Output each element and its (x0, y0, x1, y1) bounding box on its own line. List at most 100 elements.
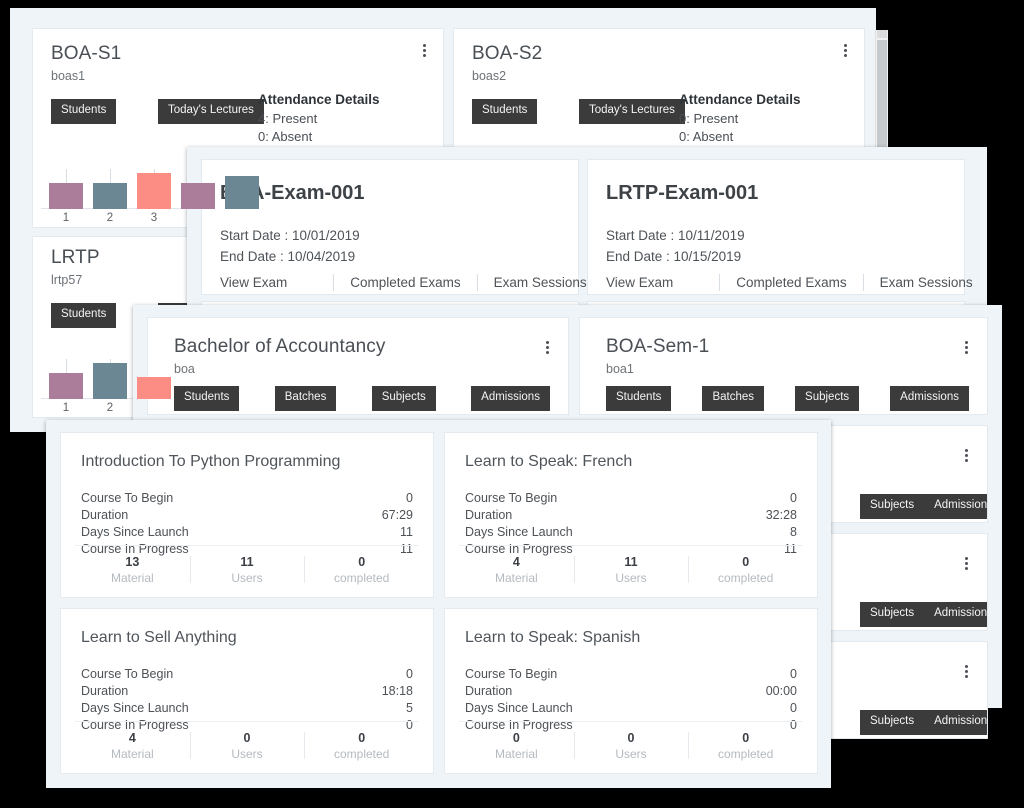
footer-stat-label: Users (615, 747, 647, 761)
view-exam-link[interactable]: View Exam (220, 275, 287, 290)
subjects-button[interactable]: Subjects (860, 602, 925, 627)
program-actions: Students Batches Subjects Admissions (606, 386, 969, 411)
chart-bar (49, 183, 83, 209)
course-card[interactable]: Introduction To Python Programming Cours… (60, 432, 434, 598)
program-card-boa[interactable]: Bachelor of Accountancy boa Students Bat… (147, 317, 569, 415)
footer-stat-value: 0 (742, 731, 750, 745)
admissions-button[interactable]: Admissions (924, 602, 987, 627)
todays-lectures-button[interactable]: Today's Lectures (579, 99, 685, 124)
footer-stat-material: 0 Material (459, 730, 574, 763)
stat-value: 32:28 (765, 508, 797, 522)
card-menu-kebab-icon[interactable] (959, 446, 973, 464)
exam-end-date: End Date : 10/04/2019 (220, 249, 356, 264)
footer-stat-users: 11 Users (573, 554, 689, 587)
chart-tick-label: 2 (106, 212, 114, 224)
exam-sessions-link[interactable]: Exam Sessions (880, 275, 973, 290)
chart-tick-label: 1 (62, 402, 70, 414)
footer-stat-value: 13 (125, 555, 140, 569)
stat-label: Course To Begin (81, 491, 174, 505)
card-menu-kebab-icon[interactable] (959, 662, 973, 680)
subjects-button[interactable]: Subjects (371, 386, 436, 411)
card-menu-kebab-icon[interactable] (959, 338, 973, 356)
admissions-button[interactable]: Admissions (924, 710, 987, 735)
chart-bar (225, 176, 259, 209)
program-card-boa-sem-1[interactable]: BOA-Sem-1 boa1 Students Batches Subjects… (579, 317, 988, 415)
footer-stat-value: 11 (240, 555, 254, 569)
card-menu-kebab-icon[interactable] (838, 41, 852, 59)
program-actions: Subjects Admissions (860, 494, 987, 519)
stat-label: Duration (81, 684, 129, 698)
stat-row: Duration 32:28 (465, 507, 797, 524)
course-title: Learn to Speak: Spanish (465, 629, 641, 646)
footer-stat-users: 0 Users (573, 730, 689, 763)
footer-stat-value: 0 (627, 731, 635, 745)
view-exam-link[interactable]: View Exam (606, 275, 673, 290)
exam-sessions-link[interactable]: Exam Sessions (494, 275, 587, 290)
card-subtitle: lrtp57 (51, 273, 83, 287)
todays-lectures-button[interactable]: Today's Lectures (158, 99, 264, 124)
chart-bar (137, 377, 171, 399)
attendance-absent: 0: Absent (258, 128, 313, 144)
course-card[interactable]: Learn to Speak: French Course To Begin 0… (444, 432, 818, 598)
attendance-details: Attendance Details 4: Present 0: Absent (258, 92, 380, 145)
stat-label: Days Since Launch (81, 701, 189, 715)
card-menu-kebab-icon[interactable] (540, 338, 554, 356)
students-button[interactable]: Students (51, 303, 117, 328)
students-button[interactable]: Students (51, 99, 117, 124)
stat-row: Course To Begin 0 (465, 490, 797, 507)
stat-label: Course To Begin (465, 667, 558, 681)
footer-stat-label: Material (494, 571, 538, 585)
admissions-button[interactable]: Admissions (471, 386, 550, 411)
stat-value: 0 (790, 701, 797, 715)
stat-value: 0 (790, 667, 797, 681)
chart-tick-label: 2 (106, 402, 114, 414)
exam-links: View Exam Completed Exams Exam Sessions (606, 274, 973, 291)
footer-stat-value: 0 (358, 555, 366, 569)
students-button[interactable]: Students (174, 386, 240, 411)
batches-button[interactable]: Batches (274, 386, 337, 411)
stat-row: Course To Begin 0 (465, 666, 797, 683)
completed-exams-link[interactable]: Completed Exams (350, 275, 460, 290)
admissions-button[interactable]: Admissions (890, 386, 969, 411)
students-button[interactable]: Students (606, 386, 672, 411)
footer-stat-value: 4 (128, 731, 136, 745)
exam-start-date: Start Date : 10/11/2019 (606, 228, 745, 243)
chart-bar (93, 183, 127, 209)
completed-exams-link[interactable]: Completed Exams (736, 275, 846, 290)
bar-group (137, 165, 171, 209)
card-title: BOA-Sem-1 (606, 336, 710, 357)
subjects-button[interactable]: Subjects (860, 710, 925, 735)
scrollbar-up-arrow[interactable] (877, 30, 887, 38)
stat-label: Duration (81, 508, 129, 522)
course-card[interactable]: Learn to Speak: Spanish Course To Begin … (444, 608, 818, 774)
stat-value: 18:18 (381, 684, 413, 698)
batches-button[interactable]: Batches (702, 386, 764, 411)
stat-value: 0 (790, 491, 797, 505)
card-menu-kebab-icon[interactable] (959, 554, 973, 572)
course-card[interactable]: Learn to Sell Anything Course To Begin 0… (60, 608, 434, 774)
card-title: BOA-S2 (472, 43, 543, 64)
footer-stat-label: Users (231, 571, 263, 585)
footer-stat-material: 4 Material (75, 730, 190, 763)
stat-value: 0 (406, 491, 413, 505)
admissions-button[interactable]: Admissions (924, 494, 987, 519)
course-footer-stats: 13 Material 11 Users 0 completed (75, 545, 419, 587)
footer-stat-label: completed (333, 747, 390, 761)
divider (862, 274, 864, 291)
students-button[interactable]: Students (472, 99, 538, 124)
course-footer-stats: 4 Material 11 Users 0 completed (459, 545, 803, 587)
exam-card-lrtp[interactable]: LRTP-Exam-001 Start Date : 10/11/2019 En… (587, 159, 973, 295)
program-actions: Subjects Admissions (860, 710, 987, 735)
card-menu-kebab-icon[interactable] (417, 41, 431, 59)
subjects-button[interactable]: Subjects (860, 494, 925, 519)
attendance-present: 4: Present (258, 111, 318, 126)
stat-value: 0 (406, 667, 413, 681)
courses-panel: Introduction To Python Programming Cours… (46, 420, 831, 788)
card-title: Bachelor of Accountancy (174, 336, 386, 357)
footer-stat-completed: 0 completed (304, 554, 419, 587)
exam-end-date: End Date : 10/15/2019 (606, 249, 742, 264)
subjects-button[interactable]: Subjects (795, 386, 860, 411)
stat-label: Duration (465, 684, 513, 698)
card-title: LRTP (51, 247, 100, 268)
card-subtitle: boa1 (606, 362, 634, 376)
